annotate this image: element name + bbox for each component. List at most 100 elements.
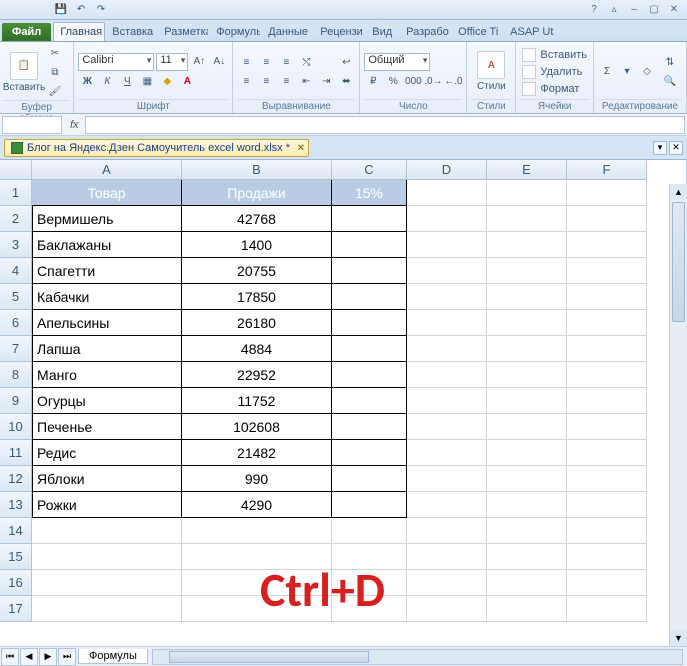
cell[interactable] xyxy=(567,414,647,440)
sheet-tab[interactable]: Формулы xyxy=(78,649,148,664)
tab-formulas[interactable]: Формулы xyxy=(209,22,261,41)
cell[interactable] xyxy=(32,570,182,596)
increase-font-icon[interactable]: A↑ xyxy=(190,53,208,71)
row-header[interactable]: 7 xyxy=(0,336,32,362)
cell[interactable] xyxy=(487,362,567,388)
redo-icon[interactable]: ↷ xyxy=(94,2,108,16)
italic-icon[interactable]: К xyxy=(98,73,116,91)
column-header[interactable]: A xyxy=(32,160,182,180)
sheet-nav-first-icon[interactable]: ⏮ xyxy=(1,648,19,666)
tab-review[interactable]: Рецензи xyxy=(313,22,365,41)
currency-icon[interactable]: ₽ xyxy=(364,72,382,90)
cell[interactable] xyxy=(332,362,407,388)
cell[interactable] xyxy=(182,518,332,544)
tab-developer[interactable]: Разрабо xyxy=(399,22,451,41)
autosum-icon[interactable]: Σ xyxy=(598,63,616,81)
cell[interactable] xyxy=(567,440,647,466)
name-box[interactable] xyxy=(2,116,62,134)
cell[interactable]: Продажи xyxy=(182,180,332,206)
cell[interactable]: 102608 xyxy=(182,414,332,440)
font-name-combo[interactable]: Calibri xyxy=(78,53,154,71)
border-icon[interactable]: ▦ xyxy=(138,73,156,91)
cell[interactable] xyxy=(332,258,407,284)
row-header[interactable]: 12 xyxy=(0,466,32,492)
hscroll-thumb[interactable] xyxy=(169,651,369,663)
cell[interactable] xyxy=(332,284,407,310)
sheet-nav-next-icon[interactable]: ▶ xyxy=(39,648,57,666)
cell[interactable] xyxy=(407,258,487,284)
help-icon[interactable]: ? xyxy=(585,2,603,18)
cell[interactable] xyxy=(487,414,567,440)
font-size-combo[interactable]: 11 xyxy=(156,53,188,71)
row-header[interactable]: 8 xyxy=(0,362,32,388)
cell[interactable] xyxy=(487,258,567,284)
row-header[interactable]: 16 xyxy=(0,570,32,596)
cell[interactable] xyxy=(567,180,647,206)
formula-input[interactable] xyxy=(85,116,685,134)
column-header[interactable]: D xyxy=(407,160,487,180)
tab-layout[interactable]: Разметка xyxy=(157,22,209,41)
cell[interactable] xyxy=(407,544,487,570)
row-header[interactable]: 6 xyxy=(0,310,32,336)
decrease-font-icon[interactable]: A↓ xyxy=(210,53,228,71)
tab-data[interactable]: Данные xyxy=(261,22,313,41)
align-center-icon[interactable]: ≡ xyxy=(257,72,275,90)
cell[interactable] xyxy=(407,492,487,518)
cell[interactable] xyxy=(487,544,567,570)
cell[interactable] xyxy=(567,596,647,622)
cell[interactable] xyxy=(407,388,487,414)
file-tab[interactable]: Файл xyxy=(2,23,51,41)
row-header[interactable]: 13 xyxy=(0,492,32,518)
workbook-close-icon[interactable]: ✕ xyxy=(297,143,305,154)
cell[interactable] xyxy=(487,466,567,492)
decrease-decimal-icon[interactable]: ←.0 xyxy=(444,72,462,90)
cell[interactable]: Печенье xyxy=(32,414,182,440)
cell[interactable] xyxy=(332,232,407,258)
row-header[interactable]: 11 xyxy=(0,440,32,466)
column-header[interactable]: B xyxy=(182,160,332,180)
vscroll-thumb[interactable] xyxy=(672,202,685,322)
merge-icon[interactable]: ⬌ xyxy=(337,72,355,90)
save-icon[interactable]: 💾 xyxy=(54,2,68,16)
minimize-icon[interactable]: – xyxy=(625,2,643,18)
tab-view[interactable]: Вид xyxy=(365,22,399,41)
row-header[interactable]: 4 xyxy=(0,258,32,284)
horizontal-scrollbar[interactable] xyxy=(152,649,683,665)
cell[interactable] xyxy=(407,336,487,362)
row-header[interactable]: 15 xyxy=(0,544,32,570)
cell[interactable] xyxy=(332,310,407,336)
paste-button[interactable]: 📋 Вставить xyxy=(4,44,44,100)
cell[interactable] xyxy=(487,206,567,232)
cell[interactable] xyxy=(407,310,487,336)
cell[interactable]: 11752 xyxy=(182,388,332,414)
tab-office[interactable]: Office Ti xyxy=(451,22,503,41)
wrap-text-icon[interactable]: ↩ xyxy=(337,53,355,71)
delete-cells-button[interactable]: Удалить xyxy=(520,64,589,80)
bold-icon[interactable]: Ж xyxy=(78,73,96,91)
cell[interactable]: 22952 xyxy=(182,362,332,388)
cell[interactable]: Баклажаны xyxy=(32,232,182,258)
underline-icon[interactable]: Ч xyxy=(118,73,136,91)
column-header[interactable]: C xyxy=(332,160,407,180)
row-header[interactable]: 5 xyxy=(0,284,32,310)
restore-icon[interactable]: ▢ xyxy=(645,2,663,18)
percent-icon[interactable]: % xyxy=(384,72,402,90)
cell[interactable] xyxy=(407,570,487,596)
cell[interactable] xyxy=(567,466,647,492)
cell[interactable]: Рожки xyxy=(32,492,182,518)
cell[interactable]: 20755 xyxy=(182,258,332,284)
row-header[interactable]: 17 xyxy=(0,596,32,622)
cell[interactable] xyxy=(407,414,487,440)
fx-icon[interactable]: fx xyxy=(64,119,85,131)
cell[interactable]: 21482 xyxy=(182,440,332,466)
cell[interactable] xyxy=(332,440,407,466)
cell[interactable]: Товар xyxy=(32,180,182,206)
copy-icon[interactable]: ⧉ xyxy=(46,63,64,81)
cell[interactable] xyxy=(567,518,647,544)
row-header[interactable]: 3 xyxy=(0,232,32,258)
cell[interactable] xyxy=(487,518,567,544)
indent-decrease-icon[interactable]: ⇤ xyxy=(297,72,315,90)
cell[interactable]: 990 xyxy=(182,466,332,492)
cell[interactable]: Апельсины xyxy=(32,310,182,336)
cell[interactable]: Кабачки xyxy=(32,284,182,310)
